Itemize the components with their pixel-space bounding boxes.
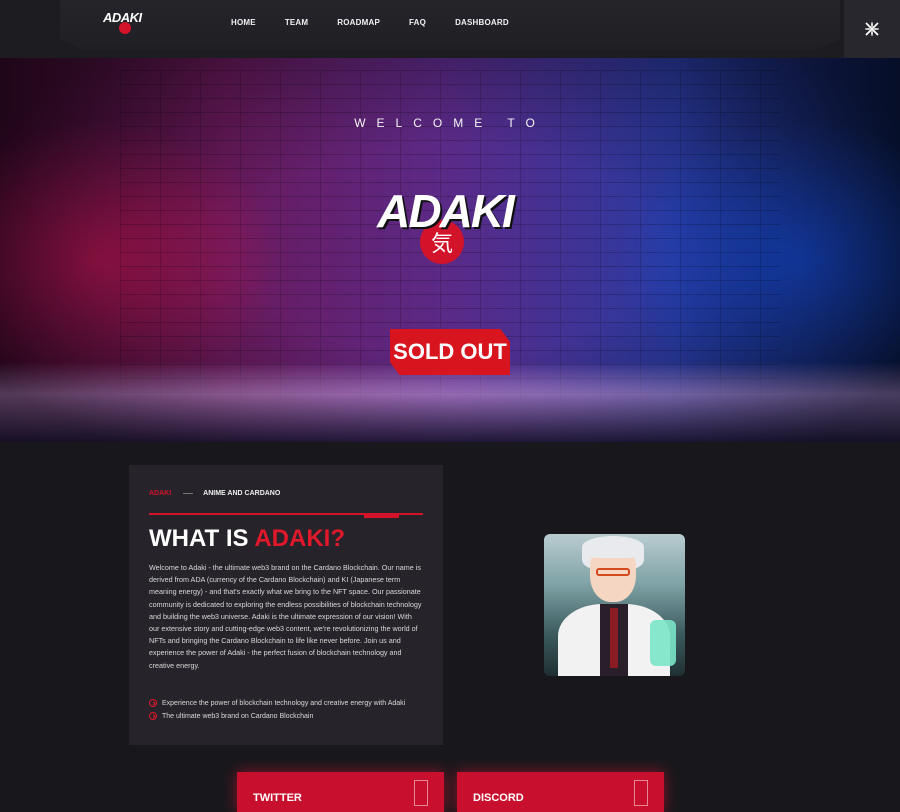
social-card-discord[interactable]: DISCORD <box>457 772 664 812</box>
character-flask <box>650 620 676 666</box>
about-breadcrumb: ADAKI ANIME AND CARDANO <box>149 490 280 497</box>
about-title-prefix: WHAT IS <box>149 525 255 552</box>
social-card-twitter[interactable]: TWITTER <box>237 772 444 812</box>
bullet-item: Experience the power of blockchain techn… <box>149 699 405 707</box>
nav-home[interactable]: HOME <box>231 18 256 27</box>
hero-logo-text: ADAKI <box>377 185 515 237</box>
social-label: TWITTER <box>253 792 302 804</box>
character-glasses <box>596 568 630 576</box>
logo-text: ADAKI <box>103 10 142 25</box>
bullet-item: The ultimate web3 brand on Cardano Block… <box>149 712 405 720</box>
menu-button[interactable] <box>844 0 900 58</box>
crumb-divider <box>183 493 194 494</box>
about-title: WHAT IS ADAKI? <box>149 525 345 553</box>
circle-chevron-icon <box>149 699 157 707</box>
social-label: DISCORD <box>473 792 524 804</box>
bullet-text: The ultimate web3 brand on Cardano Block… <box>162 712 314 720</box>
about-bullets: Experience the power of blockchain techn… <box>149 699 405 725</box>
social-kanji-mark <box>414 780 428 806</box>
about-body: Welcome to Adaki - the ultimate web3 bra… <box>149 563 422 670</box>
header-logo[interactable]: ADAKI <box>103 10 147 34</box>
nav-roadmap[interactable]: ROADMAP <box>337 18 380 27</box>
social-kanji-mark <box>634 780 648 806</box>
nav-dashboard[interactable]: DASHBOARD <box>455 18 509 27</box>
hero-welcome-text: WELCOME TO <box>354 116 546 130</box>
about-card: ADAKI ANIME AND CARDANO WHAT IS ADAKI? W… <box>129 465 443 745</box>
hero-logo: 気 ADAKI <box>365 184 525 274</box>
circle-chevron-icon <box>149 712 157 720</box>
character-tie <box>610 608 618 668</box>
bullet-text: Experience the power of blockchain techn… <box>162 699 406 707</box>
nav-team[interactable]: TEAM <box>285 18 308 27</box>
nav-faq[interactable]: FAQ <box>409 18 426 27</box>
hero-banner: WELCOME TO 気 ADAKI SOLD OUT <box>0 50 900 442</box>
character-image <box>544 534 685 676</box>
main-nav: HOME TEAM ROADMAP FAQ DASHBOARD <box>231 18 538 27</box>
about-divider-accent <box>364 515 399 518</box>
crumb-primary: ADAKI <box>149 490 172 497</box>
site-header: ADAKI HOME TEAM ROADMAP FAQ DASHBOARD <box>0 0 900 58</box>
crumb-secondary: ANIME AND CARDANO <box>203 490 281 497</box>
character-hair-front <box>582 536 644 558</box>
sold-out-badge[interactable]: SOLD OUT <box>390 329 510 375</box>
x-shuriken-icon <box>864 21 880 37</box>
about-title-highlight: ADAKI? <box>254 525 345 552</box>
